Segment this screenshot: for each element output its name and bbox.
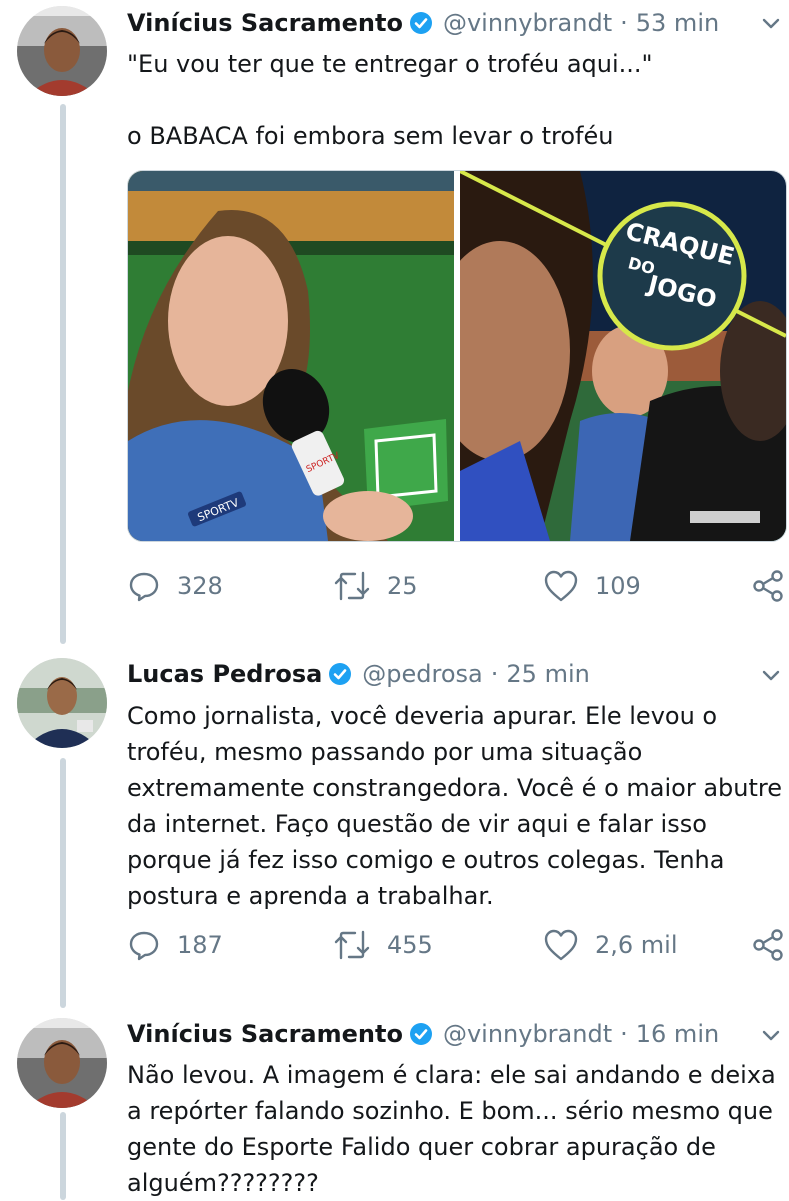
chevron-down-icon[interactable] <box>758 662 784 688</box>
share-button[interactable] <box>751 566 785 606</box>
share-icon <box>753 570 783 602</box>
tweet-text-line: Não levou. A imagem é clara: ele sai and… <box>127 1061 776 1089</box>
tweet-header: Vinícius Sacramento @vinnybrandt · 16 mi… <box>127 1017 719 1051</box>
reply-icon <box>129 931 159 961</box>
like-count: 2,6 mil <box>595 931 678 959</box>
chevron-down-icon[interactable] <box>758 10 784 36</box>
share-button[interactable] <box>751 925 785 965</box>
avatar[interactable] <box>17 658 107 748</box>
tweet-text: "Eu vou ter que te entregar o troféu aqu… <box>127 46 787 154</box>
user-handle[interactable]: @vinnybrandt <box>443 1020 612 1048</box>
thread-line <box>60 104 66 644</box>
chevron-down-icon[interactable] <box>758 1022 784 1048</box>
timestamp[interactable]: 16 min <box>636 1020 719 1048</box>
tweet-actions: 187 455 2,6 mil <box>127 925 789 965</box>
tweet-header: Lucas Pedrosa @pedrosa · 25 min <box>127 657 590 691</box>
timestamp[interactable]: 53 min <box>636 9 719 37</box>
avatar[interactable] <box>17 1018 107 1108</box>
tweet-text-line: o BABACA foi embora sem levar o troféu <box>127 122 614 150</box>
tweet-text: Não levou. A imagem é clara: ele sai and… <box>127 1057 787 1201</box>
tweet-text-line: a repórter falando sozinho. E bom... sér… <box>127 1097 773 1125</box>
tweet-text-line: Como jornalista, você deveria apurar. El… <box>127 702 718 730</box>
tweet-text-line: gente do Esporte Falido quer cobrar apur… <box>127 1133 716 1161</box>
tweet-actions: 328 25 109 <box>127 566 789 606</box>
user-name[interactable]: Vinícius Sacramento <box>127 9 403 37</box>
separator-dot: · <box>620 9 628 37</box>
heart-icon <box>544 570 578 602</box>
tweet-text-line: extremamente constrangedora. Você é o ma… <box>127 774 782 802</box>
separator-dot: · <box>490 660 499 688</box>
retweet-button[interactable]: 25 <box>333 566 418 606</box>
tweet-text-line: troféu, mesmo passando por uma situação <box>127 738 643 766</box>
user-handle[interactable]: @pedrosa <box>362 660 482 688</box>
like-button[interactable]: 2,6 mil <box>543 925 678 965</box>
tweet-text-line: postura e aprenda a trabalhar. <box>127 882 494 910</box>
share-icon <box>753 929 783 961</box>
user-handle[interactable]: @vinnybrandt <box>443 9 612 37</box>
verified-badge-icon <box>409 11 433 35</box>
reply-count: 187 <box>177 931 223 959</box>
separator-dot: · <box>620 1020 628 1048</box>
tweet-text-line: da internet. Faço questão de vir aqui e … <box>127 810 707 838</box>
thread-line <box>60 1112 66 1200</box>
reply-button[interactable]: 187 <box>127 925 223 965</box>
reply-button[interactable]: 328 <box>127 566 223 606</box>
tweet-text-line: porque já fez isso comigo e outros coleg… <box>127 846 725 874</box>
timestamp[interactable]: 25 min <box>506 660 589 688</box>
heart-icon <box>544 929 578 961</box>
reply-icon <box>129 572 159 602</box>
reply-count: 328 <box>177 572 223 600</box>
retweet-icon <box>334 930 370 960</box>
tweet-text-line <box>127 82 787 118</box>
media-photo-right[interactable]: CRAQUE DO JOGO <box>430 171 786 541</box>
tweet-text-line: "Eu vou ter que te entregar o troféu aqu… <box>127 50 653 78</box>
retweet-count: 25 <box>387 572 418 600</box>
tweet-text-line: alguém???????? <box>127 1169 319 1197</box>
like-button[interactable]: 109 <box>543 566 641 606</box>
thread-line <box>60 758 66 1008</box>
user-name[interactable]: Lucas Pedrosa <box>127 660 322 688</box>
verified-badge-icon <box>328 662 352 686</box>
tweet-header: Vinícius Sacramento @vinnybrandt · 53 mi… <box>127 6 719 40</box>
media-photo-left[interactable]: SPORTV SPORTV <box>128 171 454 541</box>
like-count: 109 <box>595 572 641 600</box>
verified-badge-icon <box>409 1022 433 1046</box>
avatar[interactable] <box>17 6 107 96</box>
tweet-text: Como jornalista, você deveria apurar. El… <box>127 698 787 914</box>
tweet-media[interactable]: SPORTV SPORTV CRAQUE DO JOGO <box>127 170 787 542</box>
retweet-icon <box>334 571 370 601</box>
retweet-count: 455 <box>387 931 433 959</box>
retweet-button[interactable]: 455 <box>333 925 433 965</box>
user-name[interactable]: Vinícius Sacramento <box>127 1020 403 1048</box>
